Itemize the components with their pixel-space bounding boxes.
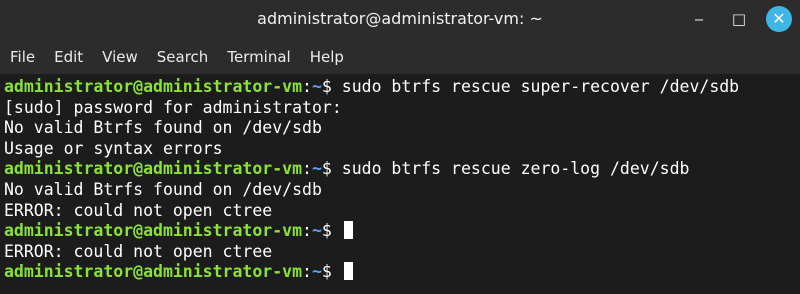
output-line: ERROR: could not open ctree: [4, 200, 273, 220]
menu-search[interactable]: Search: [157, 48, 218, 66]
prompt-separator: :: [302, 159, 312, 179]
command-text: sudo btrfs rescue super-recover /dev/sdb: [331, 77, 740, 96]
prompt-separator: :: [302, 77, 312, 96]
prompt-path: ~: [311, 77, 322, 96]
prompt-user: administrator@administrator-vm: [4, 262, 303, 282]
minimize-icon[interactable]: ‒: [686, 6, 712, 32]
maximize-icon[interactable]: □: [726, 6, 752, 32]
command-text: [332, 262, 342, 281]
prompt-user: administrator@administrator-vm: [4, 221, 303, 241]
terminal-window: administrator@administrator-vm: ~ ‒ □ ✕ …: [0, 0, 800, 294]
prompt-separator: :: [302, 262, 312, 282]
prompt-symbol: $: [321, 159, 332, 179]
prompt-separator: :: [302, 221, 312, 241]
prompt-line: administrator@administrator-vm:~$: [4, 221, 800, 242]
prompt-symbol: $: [321, 77, 332, 96]
prompt-line: administrator@administrator-vm:~$ sudo b…: [4, 159, 800, 180]
prompt-symbol: $: [321, 262, 332, 282]
prompt-line: administrator@administrator-vm:~$: [4, 262, 800, 283]
close-icon[interactable]: ✕: [766, 6, 792, 32]
menu-bar: File Edit View Search Terminal Help: [0, 40, 800, 74]
output-line: [sudo] password for administrator:: [4, 97, 342, 117]
prompt-symbol: $: [321, 221, 332, 241]
menu-terminal[interactable]: Terminal: [227, 48, 299, 66]
output-line: Usage or syntax errors: [4, 138, 223, 158]
terminal-output[interactable]: administrator@administrator-vm:~$ sudo b…: [0, 74, 800, 294]
window-controls: ‒ □ ✕: [686, 6, 792, 32]
menu-view[interactable]: View: [102, 48, 147, 66]
menu-file[interactable]: File: [10, 48, 44, 66]
prompt-path: ~: [311, 262, 322, 282]
command-text: sudo btrfs rescue zero-log /dev/sdb: [331, 159, 690, 179]
prompt-user: administrator@administrator-vm: [4, 77, 303, 96]
prompt-path: ~: [311, 159, 322, 179]
prompt-line: administrator@administrator-vm:~$ sudo b…: [4, 77, 800, 98]
menu-help[interactable]: Help: [310, 48, 353, 66]
output-line: No valid Btrfs found on /dev/sdb: [4, 118, 322, 138]
prompt-user: administrator@administrator-vm: [4, 159, 303, 179]
output-line: ERROR: could not open ctree: [4, 241, 273, 261]
cursor: [343, 262, 353, 281]
window-title: administrator@administrator-vm: ~: [257, 9, 543, 28]
prompt-path: ~: [311, 221, 322, 241]
cursor: [343, 221, 353, 240]
output-line: No valid Btrfs found on /dev/sdb: [4, 179, 322, 199]
menu-edit[interactable]: Edit: [54, 48, 92, 66]
title-bar[interactable]: administrator@administrator-vm: ~ ‒ □ ✕: [0, 0, 800, 40]
command-text: [332, 221, 342, 240]
